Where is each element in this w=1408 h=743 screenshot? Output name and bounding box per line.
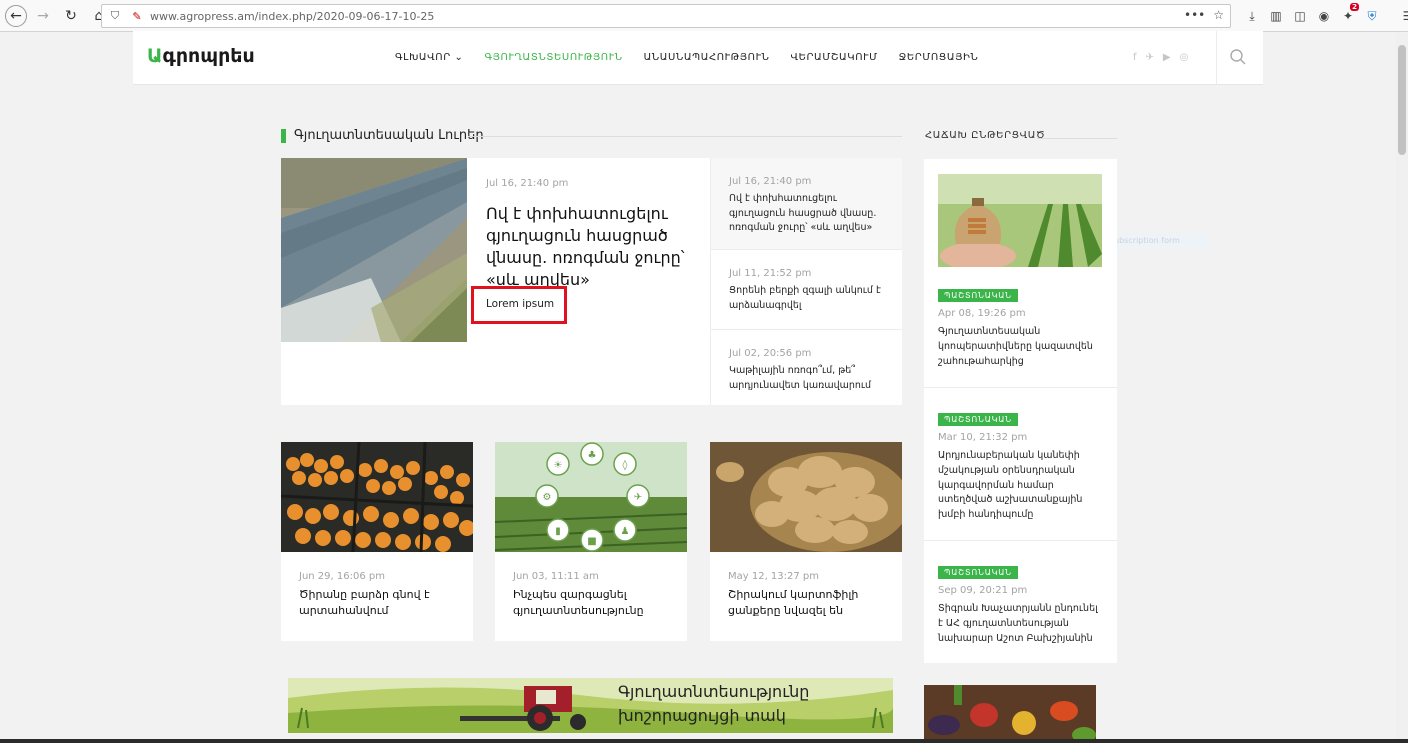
card-title[interactable]: Ինչպես զարգացնել գյուղատնտեսությունը — [513, 587, 669, 619]
forward-icon[interactable]: → — [31, 4, 55, 28]
header-divider — [1216, 31, 1217, 85]
account-icon[interactable]: ◉ — [1312, 6, 1336, 26]
popular-title[interactable]: Արդյունաբերական կանեփի մշակության օրենսդ… — [938, 449, 1103, 523]
featured-news: Jul 16, 21:40 pm Ով է փոխհատուցելու գյու… — [281, 158, 902, 405]
featured-text: Jul 16, 21:40 pm Ով է փոխհատուցելու գյու… — [486, 178, 701, 291]
section-title: Գյուղատնտեսական Լուրեր — [281, 128, 484, 143]
extension-icon[interactable]: ✦ 2 — [1336, 3, 1360, 26]
instagram-icon[interactable]: ◎ — [1180, 52, 1189, 63]
menu-item-agriculture[interactable]: ԳՅՈՒՂԱՏՆՏԵՍՈՒԹՅՈՒՆ — [485, 52, 623, 63]
list-item[interactable]: ՊԱՇՏՈՆԱԿԱՆ Sep 09, 20:21 pm Տիգրան Խաչատ… — [924, 540, 1117, 646]
svg-text:♣: ♣ — [588, 450, 597, 461]
notification-badge: 2 — [1350, 3, 1359, 11]
ghost-form: Subscription form — [1105, 233, 1211, 249]
popular-date: Mar 10, 21:32 pm — [938, 432, 1028, 443]
reload-icon[interactable]: ↻ — [59, 4, 83, 28]
search-icon[interactable] — [1229, 48, 1247, 66]
card-image-smart-farming[interactable]: ☀ ♣ ◊ ⚙ ✈ ▮ ■ ♟ — [495, 442, 687, 552]
page-scrollbar[interactable] — [1396, 33, 1408, 743]
list-item[interactable]: Jul 11, 21:52 pm Ցորենի բերքի զգալի անկո… — [711, 250, 902, 330]
section-accent-bar — [281, 128, 286, 143]
popular-title[interactable]: Գյուղատնտեսական կոոպերատիվները կազատվեն … — [938, 325, 1103, 369]
menu-item-processing[interactable]: ՎԵՐԱՄՇԱԿՈՒՄ — [790, 52, 877, 63]
back-icon[interactable]: ← — [5, 4, 27, 27]
promo-banner[interactable]: Գյուղատնտեսությունը խոշորացույցի տակ — [288, 678, 893, 733]
popular-image-money-bag[interactable] — [938, 174, 1102, 267]
page-actions-icon[interactable]: ••• — [1184, 8, 1205, 22]
category-tag[interactable]: ՊԱՇՏՈՆԱԿԱՆ — [938, 289, 1018, 302]
social-links: f ✈ ▶ ◎ — [1133, 52, 1188, 63]
twitter-icon[interactable]: ✈ — [1146, 52, 1154, 63]
svg-text:☀: ☀ — [554, 460, 563, 471]
svg-text:♟: ♟ — [621, 526, 630, 537]
taskbar-edge — [0, 739, 1408, 743]
side-news-list: Jul 16, 21:40 pm Ով է փոխհատուցելու գյու… — [710, 158, 902, 405]
site-logo[interactable]: Ագրոպրես — [147, 45, 255, 67]
youtube-icon[interactable]: ▶ — [1163, 52, 1171, 63]
svg-text:■: ■ — [587, 536, 596, 547]
shield-extension-icon[interactable]: ⛨ — [1360, 6, 1384, 26]
news-card[interactable]: May 12, 13:27 pm Շիրակում կարտոֆիլի ցանք… — [710, 442, 902, 641]
sidebar-divider — [1037, 138, 1117, 139]
library-icon[interactable]: ▥ — [1264, 6, 1288, 26]
card-date: Jun 29, 16:06 pm — [299, 571, 385, 582]
banner-line2: խոշորացույցի տակ — [618, 706, 786, 725]
bookmark-star-icon[interactable]: ☆ — [1213, 8, 1224, 22]
banner-line1: Գյուղատնտեսությունը — [618, 682, 810, 701]
list-item[interactable]: Jul 02, 20:56 pm Կաթիլային ոռոգո՞ւմ, թե՞… — [711, 330, 902, 410]
hamburger-menu-icon[interactable]: ☰ — [1396, 6, 1408, 26]
card-title[interactable]: Ծիրանը բարձր գնով է արտահանվում — [299, 587, 455, 619]
popular-image-vegetables[interactable] — [924, 685, 1096, 743]
list-item[interactable]: Jul 16, 21:40 pm Ով է փոխհատուցելու գյու… — [711, 158, 902, 250]
menu-item-home[interactable]: ԳԼԽԱՎՈՐ ⌄ — [395, 52, 464, 63]
svg-text:⚙: ⚙ — [543, 492, 552, 503]
featured-date: Jul 16, 21:40 pm — [486, 178, 569, 189]
popular-date: Sep 09, 20:21 pm — [938, 585, 1028, 596]
chevron-down-icon: ⌄ — [454, 52, 464, 63]
popular-date: Apr 08, 19:26 pm — [938, 308, 1026, 319]
card-date: Jun 03, 11:11 am — [513, 571, 599, 582]
news-card[interactable]: Jun 29, 16:06 pm Ծիրանը բարձր գնով է արտ… — [281, 442, 473, 641]
scrollbar-thumb[interactable] — [1398, 45, 1406, 155]
svg-text:◊: ◊ — [623, 459, 628, 471]
category-tag[interactable]: ՊԱՇՏՈՆԱԿԱՆ — [938, 413, 1018, 426]
insecure-lock-icon[interactable]: ✎ — [128, 7, 146, 25]
menu-item-greenhouse[interactable]: ՋԵՐՄՈՑԱՅԻՆ — [899, 52, 979, 63]
svg-text:▮: ▮ — [555, 526, 561, 537]
featured-image-canal[interactable] — [281, 158, 467, 342]
download-icon[interactable]: ⤓ — [1240, 6, 1264, 26]
card-image-potatoes[interactable] — [710, 442, 902, 552]
menu-item-livestock[interactable]: ԱՆԱՍՆԱՊԱՀՈՒԹՅՈՒՆ — [644, 52, 770, 63]
sidebar-icon[interactable]: ◫ — [1288, 6, 1312, 26]
svg-text:✈: ✈ — [634, 492, 642, 503]
card-image-apricots[interactable] — [281, 442, 473, 552]
card-date: May 12, 13:27 pm — [728, 571, 820, 582]
highlight-box: Lorem ipsum — [471, 286, 567, 324]
url-text[interactable]: www.agropress.am/index.php/2020-09-06-17… — [150, 10, 434, 23]
browser-toolbar: ← → ↻ ⌂ ⛉ ✎ www.agropress.am/index.php/2… — [0, 0, 1408, 32]
shield-icon[interactable]: ⛉ — [106, 7, 124, 25]
facebook-icon[interactable]: f — [1133, 52, 1137, 63]
popular-panel: ՊԱՇՏՈՆԱԿԱՆ Apr 08, 19:26 pm Գյուղատնտեսա… — [924, 159, 1117, 663]
popular-title[interactable]: Տիգրան Խաչատրյանն ընդունել է ԱՀ գյուղատն… — [938, 602, 1103, 646]
section-divider — [468, 136, 902, 137]
site-header: Ագրոպրես ԳԼԽԱՎՈՐ ⌄ ԳՅՈՒՂԱՏՆՏԵՍՈՒԹՅՈՒՆ ԱՆ… — [133, 31, 1263, 85]
url-bar[interactable]: ⛉ ✎ www.agropress.am/index.php/2020-09-0… — [101, 4, 1231, 28]
list-item[interactable]: ՊԱՇՏՈՆԱԿԱՆ Mar 10, 21:32 pm Արդյունաբերա… — [924, 387, 1117, 523]
main-menu: ԳԼԽԱՎՈՐ ⌄ ԳՅՈՒՂԱՏՆՏԵՍՈՒԹՅՈՒՆ ԱՆԱՍՆԱՊԱՀՈՒ… — [395, 52, 999, 63]
lorem-label[interactable]: Lorem ipsum — [486, 298, 554, 310]
sidebar-title: ՀԱՃԱԽ ԸՆԹԵՐՑՎԱԾ — [925, 130, 1046, 141]
featured-title[interactable]: Ով է փոխհատուցելու գյուղացուն հասցրած վն… — [486, 203, 701, 291]
category-tag[interactable]: ՊԱՇՏՈՆԱԿԱՆ — [938, 566, 1018, 579]
card-title[interactable]: Շիրակում կարտոֆիլի ցանքերը նվազել են — [728, 587, 884, 619]
news-card[interactable]: ☀ ♣ ◊ ⚙ ✈ ▮ ■ ♟ Jun 03, 11:11 am Ինչպես զարգա… — [495, 442, 687, 641]
list-item[interactable]: ՊԱՇՏՈՆԱԿԱՆ Apr 08, 19:26 pm Գյուղատնտեսա… — [924, 283, 1117, 369]
